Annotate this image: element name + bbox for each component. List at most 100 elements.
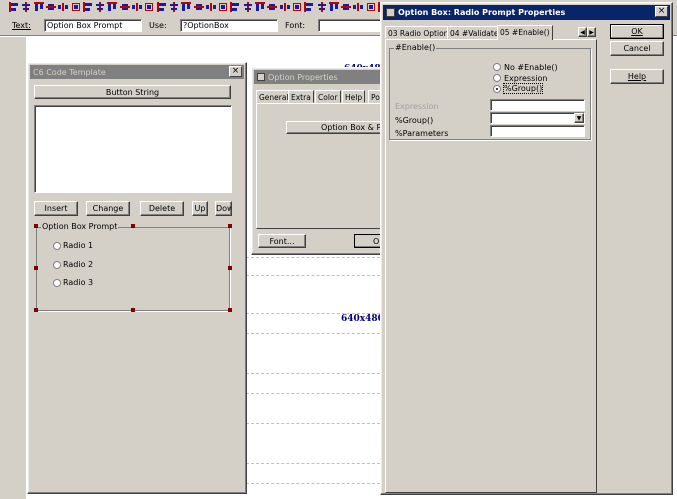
- align-tool-icon[interactable]: [119, 1, 131, 13]
- no-enable-radio[interactable]: [493, 63, 501, 71]
- ok-button-label: OK: [631, 27, 643, 36]
- align-tool-icon[interactable]: [291, 1, 303, 13]
- canvas-left-strip: [0, 37, 26, 499]
- tab-extra[interactable]: Extra: [288, 90, 314, 103]
- option-properties-window: Option Properties General Extra Color He…: [251, 67, 391, 255]
- parameters-field-label: %Parameters: [395, 129, 449, 138]
- canvas-guide-line: [246, 257, 380, 258]
- align-tool-icon[interactable]: [82, 1, 94, 13]
- canvas-guide-line: [246, 373, 380, 374]
- text-label: Text:: [12, 21, 31, 30]
- align-tool-icon[interactable]: [8, 1, 20, 13]
- text-field[interactable]: Option Box Prompt: [44, 19, 142, 32]
- chevron-down-icon[interactable]: ▼: [574, 113, 584, 123]
- ok-button[interactable]: OK: [610, 24, 664, 39]
- radio-prompt-tabstrip: 03 Radio Options 04 #Validate() 05 #Enab…: [385, 25, 595, 40]
- align-tool-icon[interactable]: [20, 1, 32, 13]
- align-tool-icon[interactable]: [303, 1, 315, 13]
- radio-2-button[interactable]: [53, 261, 61, 269]
- code-template-window: C6 Code Template × Button String Insert …: [27, 62, 247, 494]
- font-button[interactable]: Font...: [258, 234, 306, 248]
- option-box-prompt-group[interactable]: Option Box Prompt: [36, 222, 230, 311]
- align-tool-icon[interactable]: [229, 1, 241, 13]
- align-tool-icon[interactable]: [106, 1, 118, 13]
- align-tool-icon[interactable]: [242, 1, 254, 13]
- resize-handle[interactable]: [228, 308, 232, 312]
- use-field-value: ?OptionBox: [183, 21, 229, 30]
- resize-handle[interactable]: [228, 224, 232, 228]
- canvas-guide-line: [246, 333, 380, 334]
- align-tool-icon[interactable]: [352, 1, 364, 13]
- use-label: Use:: [149, 21, 167, 30]
- align-tool-icon[interactable]: [316, 1, 328, 13]
- align-tool-icon[interactable]: [156, 1, 168, 13]
- group-radio[interactable]: [493, 85, 501, 93]
- resize-handle[interactable]: [34, 308, 38, 312]
- insert-button[interactable]: Insert: [34, 201, 78, 216]
- font-label: Font:: [285, 21, 306, 30]
- align-tool-icon[interactable]: [217, 1, 229, 13]
- expression-input[interactable]: [490, 99, 585, 111]
- font-field[interactable]: [318, 19, 382, 32]
- tab-enable[interactable]: 05 #Enable(): [497, 25, 553, 40]
- resolution-label: 640x480: [341, 314, 384, 324]
- radio-3-label: Radio 3: [63, 278, 94, 287]
- close-icon[interactable]: ×: [229, 66, 242, 77]
- resize-handle[interactable]: [34, 266, 38, 270]
- expression-field-label: Expression: [395, 102, 439, 111]
- tab-general[interactable]: General: [256, 90, 292, 103]
- canvas-guide-line: [246, 463, 380, 464]
- radio-1-button[interactable]: [53, 242, 61, 250]
- close-icon[interactable]: ×: [655, 6, 668, 17]
- expression-radio[interactable]: [493, 74, 501, 82]
- align-tool-icon[interactable]: [70, 1, 82, 13]
- resize-handle[interactable]: [131, 308, 135, 312]
- down-button[interactable]: Down: [215, 201, 232, 216]
- code-template-title: C6 Code Template: [33, 67, 106, 77]
- canvas-guide-line: [246, 393, 380, 394]
- app-icon: [386, 8, 395, 17]
- align-tool-icon[interactable]: [193, 1, 205, 13]
- resize-handle[interactable]: [34, 224, 38, 228]
- up-button[interactable]: Up: [192, 201, 208, 216]
- tab-radio-options[interactable]: 03 Radio Options: [385, 26, 456, 39]
- resize-handle[interactable]: [131, 224, 135, 228]
- change-button[interactable]: Change: [86, 201, 130, 216]
- align-tool-icon[interactable]: [340, 1, 352, 13]
- tab-help[interactable]: Help: [342, 90, 366, 103]
- align-tool-icon[interactable]: [205, 1, 217, 13]
- align-tool-icon[interactable]: [45, 1, 57, 13]
- tab-scroll-right-icon[interactable]: ▶: [587, 27, 596, 37]
- delete-button[interactable]: Delete: [140, 201, 184, 216]
- use-field[interactable]: ?OptionBox: [180, 19, 278, 32]
- align-tool-icon[interactable]: [57, 1, 69, 13]
- radio-prompt-properties-titlebar[interactable]: Option Box: Radio Prompt Properties ×: [383, 5, 670, 20]
- canvas-guide-line: [246, 423, 380, 424]
- radio-3-button[interactable]: [53, 279, 61, 287]
- option-properties-titlebar[interactable]: Option Properties: [254, 70, 388, 84]
- align-tool-icon[interactable]: [266, 1, 278, 13]
- help-button[interactable]: Help: [610, 69, 664, 84]
- radio-prompt-properties-title: Option Box: Radio Prompt Properties: [398, 8, 566, 17]
- enable-group-title: #Enable(): [394, 43, 437, 52]
- align-tool-icon[interactable]: [279, 1, 291, 13]
- align-tool-icon[interactable]: [94, 1, 106, 13]
- cancel-button[interactable]: Cancel: [610, 41, 664, 56]
- template-list[interactable]: [34, 105, 232, 193]
- button-string-button[interactable]: Button String: [34, 85, 231, 99]
- option-box-radio-button[interactable]: Option Box & Rad: [286, 121, 390, 134]
- align-tool-icon[interactable]: [180, 1, 192, 13]
- align-tool-icon[interactable]: [365, 1, 377, 13]
- align-tool-icon[interactable]: [131, 1, 143, 13]
- align-tool-icon[interactable]: [328, 1, 340, 13]
- tab-color[interactable]: Color: [315, 90, 341, 103]
- align-tool-icon[interactable]: [33, 1, 45, 13]
- align-tool-icon[interactable]: [254, 1, 266, 13]
- align-tool-icon[interactable]: [143, 1, 155, 13]
- resize-handle[interactable]: [228, 266, 232, 270]
- parameters-input[interactable]: [490, 125, 585, 137]
- group-select[interactable]: [490, 112, 585, 124]
- tab-scroll-left-icon[interactable]: ◀: [578, 27, 587, 37]
- align-tool-icon[interactable]: [168, 1, 180, 13]
- code-template-titlebar[interactable]: C6 Code Template ×: [30, 65, 244, 79]
